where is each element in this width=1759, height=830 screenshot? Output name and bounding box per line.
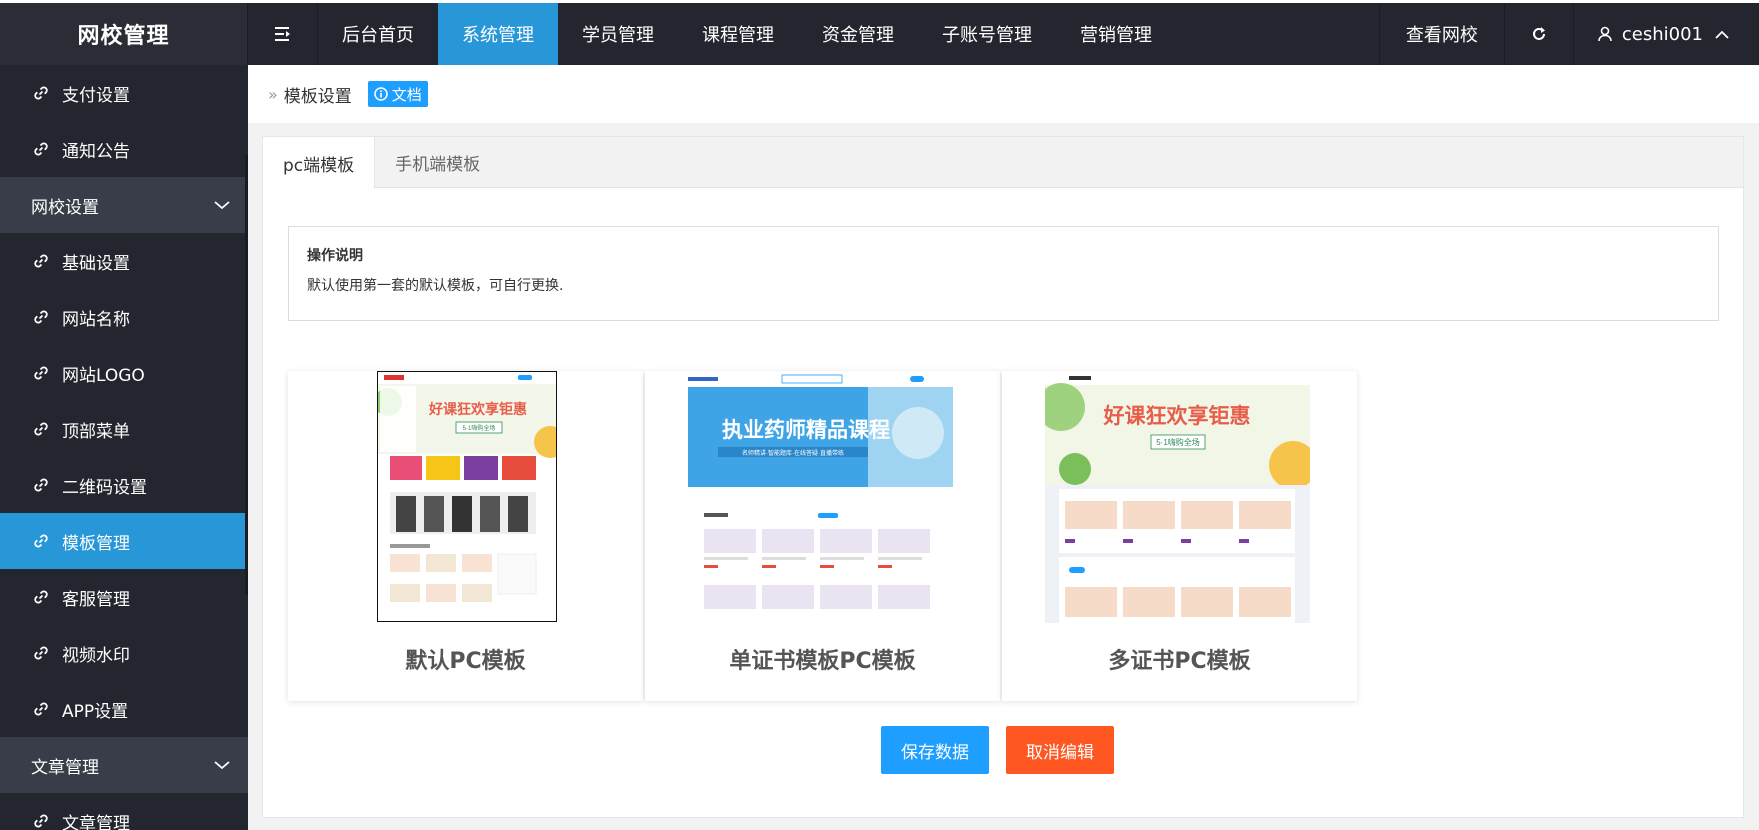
sidebar-item[interactable]: 顶部菜单 <box>0 401 248 457</box>
template-name: 单证书模板PC模板 <box>729 649 916 674</box>
sidebar-item[interactable]: 文章管理 <box>0 793 248 830</box>
chevron-down-icon <box>214 761 230 770</box>
sidebar-item-label: 网站名称 <box>62 309 130 330</box>
form-actions: 保存数据 取消编辑 <box>881 726 1114 774</box>
template-tab[interactable]: pc端模板 <box>263 137 376 189</box>
sidebar-item[interactable]: 基础设置 <box>0 233 248 289</box>
sidebar-item-label: 客服管理 <box>62 589 130 610</box>
link-icon <box>34 422 48 436</box>
template-banner-title-3: 好课狂欢享钜惠 <box>1103 404 1251 428</box>
top-navbar: 网校管理 后台首页 系统管理 学员管理 课程管理 资金管理 子账号管理 营销管理 查看网校 … <box>0 3 1759 65</box>
template-banner-sub-3: 5·1嗨购全场 <box>1156 437 1200 447</box>
template-name: 默认PC模板 <box>405 649 526 674</box>
template-thumbnail-single-cert: 执业药师精品课程 名师精讲·智能题库·在线答疑·直播带练 <box>688 373 953 623</box>
template-card-multi-cert[interactable]: 好课狂欢享钜惠 5·1嗨购全场 多证书PC模板 <box>1002 371 1357 701</box>
template-cards: 好课狂欢享钜惠 5·1嗨购全场 默认PC模板 执业药师精品课程 名师精讲·智能题… <box>288 371 1359 701</box>
link-icon <box>34 142 48 156</box>
sidebar-item[interactable]: 视频水印 <box>0 625 248 681</box>
sidebar-item[interactable]: 网站名称 <box>0 289 248 345</box>
refresh-icon[interactable] <box>1503 3 1573 65</box>
link-icon <box>34 702 48 716</box>
sidebar-item-label: 网站LOGO <box>62 365 145 386</box>
template-banner-sub-2: 名师精讲·智能题库·在线答疑·直播带练 <box>742 449 844 457</box>
view-school-link[interactable]: 查看网校 <box>1378 3 1504 65</box>
user-menu[interactable]: ceshi001 <box>1572 3 1759 65</box>
link-icon <box>34 814 48 828</box>
top-nav-item[interactable]: 系统管理 <box>438 3 558 65</box>
breadcrumb: » 模板设置 文档 <box>248 65 1759 123</box>
top-nav-item[interactable]: 学员管理 <box>558 3 678 65</box>
sidebar-item-label: APP设置 <box>62 701 129 722</box>
link-icon <box>34 646 48 660</box>
top-nav-item[interactable]: 营销管理 <box>1056 3 1176 65</box>
doc-button[interactable]: 文档 <box>367 81 428 107</box>
sidebar-item-label: 支付设置 <box>62 85 130 106</box>
sidebar-item-label: 二维码设置 <box>62 477 147 498</box>
top-nav-item[interactable]: 资金管理 <box>798 3 918 65</box>
sidebar-list: 支付设置通知公告网校设置基础设置网站名称网站LOGO 顶部菜单二维码设置模板管理客… <box>0 65 248 830</box>
sidebar-item[interactable]: 模板管理 <box>0 513 248 569</box>
template-banner-title-2: 执业药师精品课程 <box>722 418 890 442</box>
chevron-up-icon <box>1715 30 1729 39</box>
sidebar-scrollbar[interactable] <box>245 155 248 595</box>
top-nav-menu: 后台首页 系统管理 学员管理 课程管理 资金管理 子账号管理 营销管理 <box>318 3 1176 65</box>
chevron-down-icon <box>214 201 230 210</box>
user-icon <box>1598 26 1612 42</box>
link-icon <box>34 478 48 492</box>
sidebar-item-label: 顶部菜单 <box>62 421 130 442</box>
template-card-default[interactable]: 好课狂欢享钜惠 5·1嗨购全场 默认PC模板 <box>288 371 643 701</box>
sidebar: 支付设置通知公告网校设置基础设置网站名称网站LOGO 顶部菜单二维码设置模板管理客… <box>0 65 248 830</box>
template-card-single-cert[interactable]: 执业药师精品课程 名师精讲·智能题库·在线答疑·直播带练 单证书模板PC模板 <box>645 371 1000 701</box>
template-tab[interactable]: 手机端模板 <box>375 137 500 187</box>
template-thumbnail-default: 好课狂欢享钜惠 5·1嗨购全场 <box>377 371 557 622</box>
link-icon <box>34 254 48 268</box>
sidebar-group-label: 文章管理 <box>31 757 99 778</box>
template-banner-title-1: 好课狂欢享钜惠 <box>428 401 527 417</box>
top-nav-item[interactable]: 课程管理 <box>678 3 798 65</box>
sidebar-item[interactable]: 客服管理 <box>0 569 248 625</box>
top-nav-right: 查看网校 ceshi001 <box>1378 3 1759 65</box>
top-nav-item[interactable]: 后台首页 <box>318 3 438 65</box>
template-thumbnail-multi-cert: 好课狂欢享钜惠 5·1嗨购全场 <box>1045 373 1310 623</box>
doc-button-label: 文档 <box>391 85 422 104</box>
info-icon <box>374 87 388 101</box>
link-icon <box>34 590 48 604</box>
template-name: 多证书PC模板 <box>1108 649 1251 674</box>
save-button[interactable]: 保存数据 <box>881 726 989 774</box>
sidebar-group[interactable]: 网校设置 <box>0 177 248 233</box>
sidebar-item[interactable]: 支付设置 <box>0 65 248 121</box>
link-icon <box>34 534 48 548</box>
sidebar-item-label: 通知公告 <box>62 141 130 162</box>
sidebar-item[interactable]: APP设置 <box>0 681 248 737</box>
instructions-title: 操作说明 <box>307 248 363 264</box>
cancel-button[interactable]: 取消编辑 <box>1006 726 1114 774</box>
brand-title: 网校管理 <box>0 3 248 65</box>
breadcrumb-current: 模板设置 <box>283 86 352 107</box>
template-panel: pc端模板 手机端模板 操作说明 默认使用第一套的默认模板，可自行更换. 好课狂欢… <box>262 136 1744 818</box>
template-tabs: pc端模板 手机端模板 <box>263 137 1743 189</box>
instructions-box: 操作说明 默认使用第一套的默认模板，可自行更换. <box>288 226 1719 321</box>
top-nav-item[interactable]: 子账号管理 <box>918 3 1056 65</box>
sidebar-group[interactable]: 文章管理 <box>0 737 248 793</box>
username: ceshi001 <box>1621 23 1703 45</box>
sidebar-item-label: 基础设置 <box>62 253 130 274</box>
sidebar-item-label: 文章管理 <box>62 813 130 830</box>
sidebar-item[interactable]: 网站LOGO <box>0 345 248 401</box>
link-icon <box>34 310 48 324</box>
menu-toggle-icon[interactable] <box>248 3 318 65</box>
sidebar-item[interactable]: 二维码设置 <box>0 457 248 513</box>
instructions-text: 默认使用第一套的默认模板，可自行更换. <box>307 278 564 294</box>
link-icon <box>34 86 48 100</box>
sidebar-item-label: 模板管理 <box>62 533 130 554</box>
breadcrumb-arrow-icon: » <box>268 84 278 104</box>
sidebar-item[interactable]: 通知公告 <box>0 121 248 177</box>
sidebar-item-label: 视频水印 <box>62 645 130 666</box>
template-banner-sub-1: 5·1嗨购全场 <box>463 424 496 432</box>
link-icon <box>34 366 48 380</box>
sidebar-group-label: 网校设置 <box>31 197 99 218</box>
